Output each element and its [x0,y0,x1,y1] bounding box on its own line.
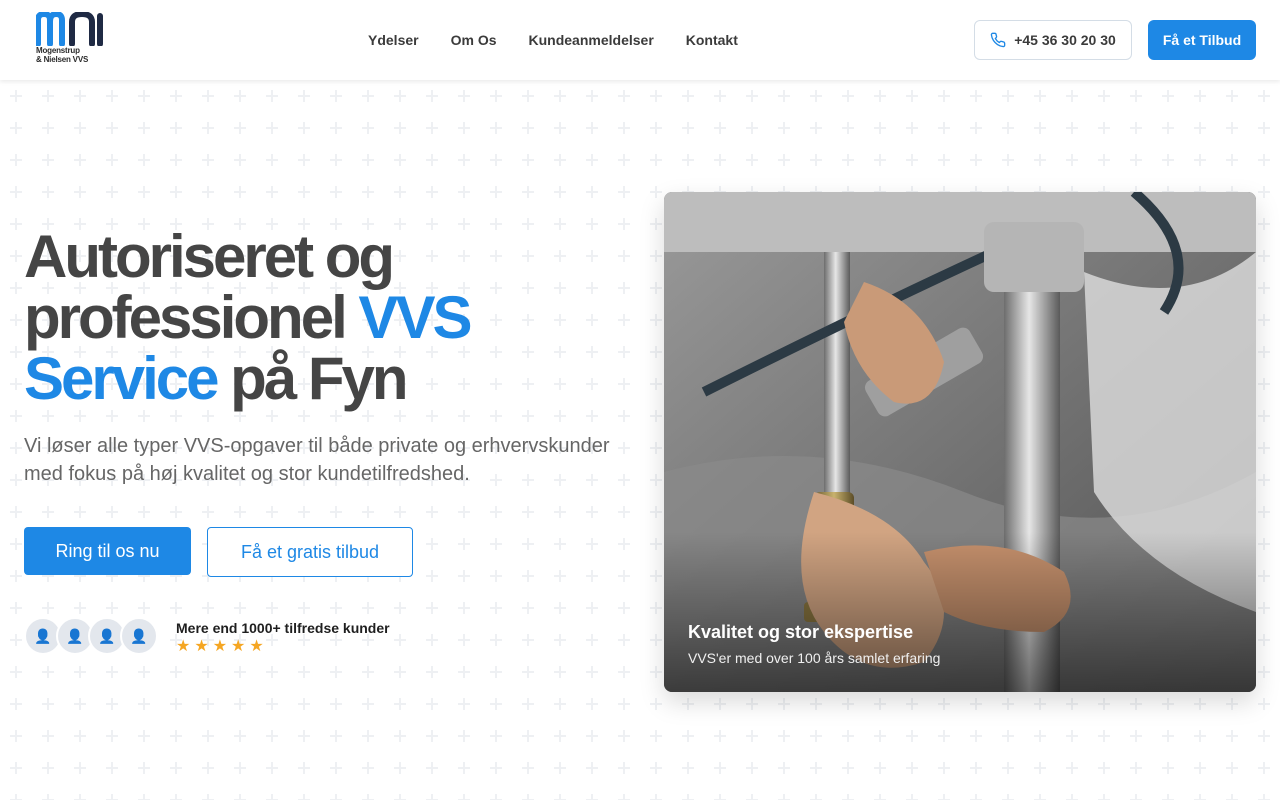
hero-title: Autoriseret og professionel VVS Service … [24,226,624,409]
free-quote-button[interactable]: Få et gratis tilbud [207,527,413,577]
star-icon: ★ [194,638,209,655]
hero-subtitle: Vi løser alle typer VVS-opgaver til både… [24,435,610,485]
star-icon: ★ [176,638,191,655]
logo-wordmark: Mogenstrup & Nielsen VVS [36,46,89,64]
user-icon: 👤 [34,627,52,644]
image-caption-subtitle: VVS'er med over 100 års samlet erfaring [688,650,941,666]
image-caption-title: Kvalitet og stor ekspertise [688,622,914,642]
phone-button[interactable]: +45 36 30 20 30 [974,20,1132,60]
hero-plumbing-image: Kvalitet og stor ekspertise VVS'er med o… [664,192,1256,692]
main-nav: Ydelser Om Os Kundeanmeldelser Kontakt [368,30,738,50]
hero-title-accent-vvs: VVS [358,284,472,351]
user-icon: 👤 [130,627,148,644]
avatar: 👤 [120,617,158,655]
phone-icon [990,32,1006,48]
site-header: Mogenstrup & Nielsen VVS Ydelser Om Os K… [0,0,1280,80]
hero-title-line3b: på Fyn [216,345,408,412]
nav-link-ydelser[interactable]: Ydelser [368,30,419,50]
hero-title-accent-service: Service [24,345,220,412]
user-icon: 👤 [66,627,84,644]
star-rating: ★ ★ ★ ★ ★ [176,638,264,656]
star-icon: ★ [249,638,264,655]
customer-avatars: 👤 👤 👤 👤 [24,617,164,657]
customers-count-text: Mere end 1000+ tilfredse kunder [176,620,390,636]
logo-mark-icon [35,10,103,47]
star-icon: ★ [231,638,246,655]
user-icon: 👤 [98,627,116,644]
company-logo[interactable]: Mogenstrup & Nielsen VVS [35,10,108,70]
image-gradient-overlay [664,532,1256,692]
phone-number: +45 36 30 20 30 [1014,32,1116,48]
hero-title-line1: Autoriseret og [24,223,395,290]
nav-link-kontakt[interactable]: Kontakt [686,30,738,50]
hero-title-line2a: professionel [24,284,359,351]
call-now-button[interactable]: Ring til os nu [24,527,191,575]
nav-link-om-os[interactable]: Om Os [451,30,497,50]
nav-link-kundeanmeldelser[interactable]: Kundeanmeldelser [529,30,654,50]
get-quote-button[interactable]: Få et Tilbud [1148,20,1256,60]
star-icon: ★ [212,638,228,655]
